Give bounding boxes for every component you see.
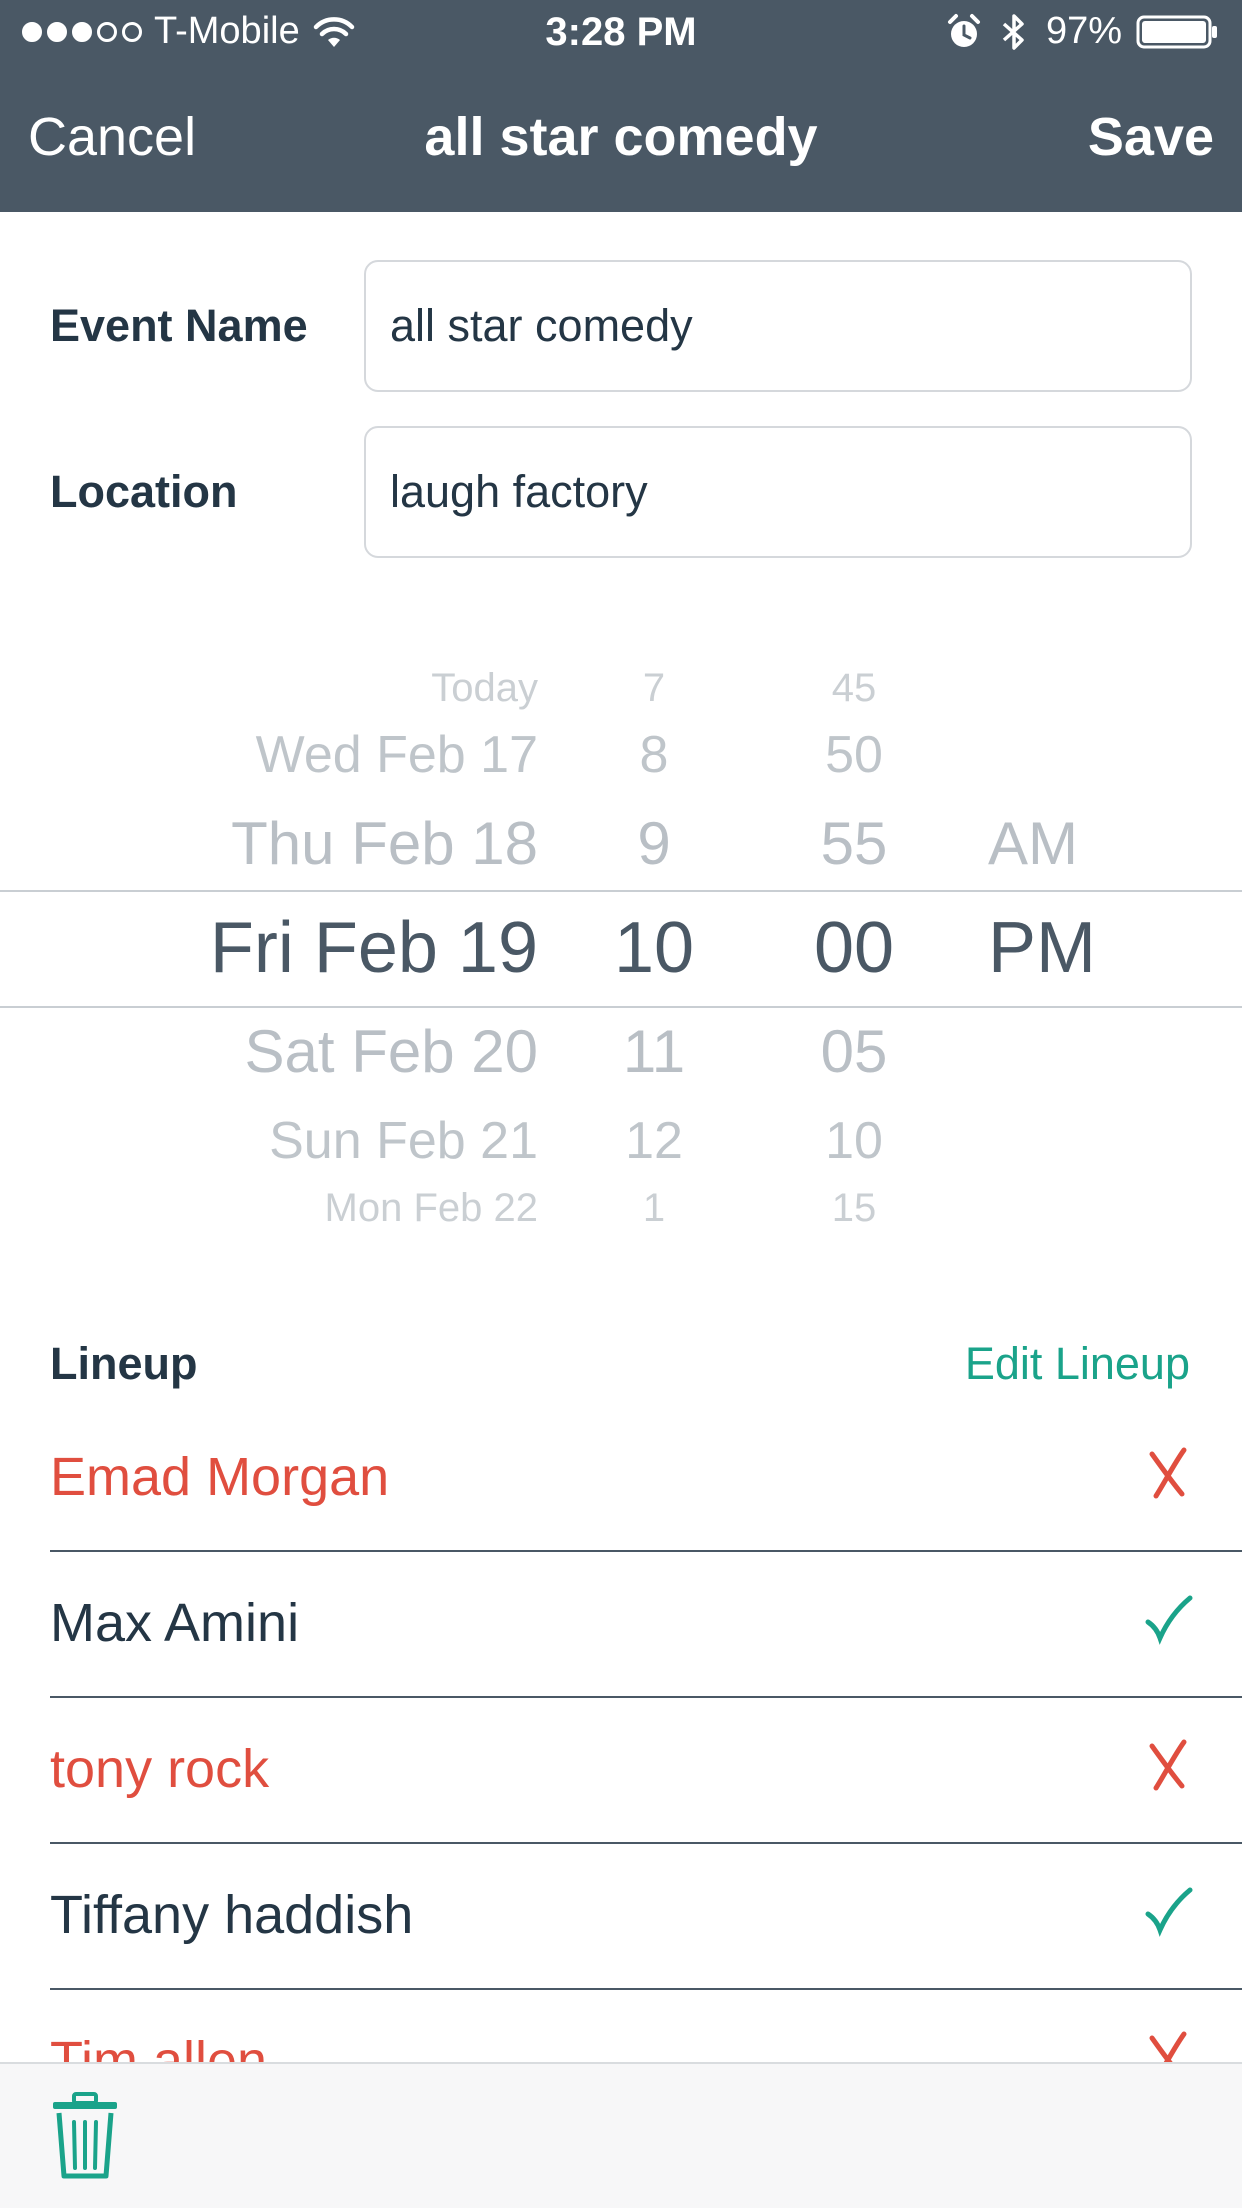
declined-x-icon[interactable] xyxy=(1140,1734,1196,1794)
location-label: Location xyxy=(50,466,238,517)
location-row: Location xyxy=(0,426,1242,558)
picker-row-selected[interactable]: Fri Feb 19 10 00 PM xyxy=(0,905,1242,991)
comedian-name: Tiffany haddish xyxy=(50,1885,414,1945)
picker-hour: 9 xyxy=(637,810,671,877)
status-right: 97% xyxy=(946,10,1220,53)
picker-row[interactable]: Wed Feb 17 8 50 xyxy=(0,724,1242,786)
picker-date: Wed Feb 17 xyxy=(255,725,538,784)
lineup-item[interactable]: Tiffany haddish xyxy=(0,1844,1242,1990)
location-field[interactable] xyxy=(364,426,1192,558)
picker-minute: 05 xyxy=(820,1018,888,1085)
comedian-name: Emad Morgan xyxy=(50,1447,390,1507)
picker-selection-bottom-line xyxy=(0,1006,1242,1008)
event-name-row: Event Name xyxy=(0,260,1242,392)
trash-icon[interactable] xyxy=(50,2092,120,2180)
picker-row[interactable]: Sun Feb 21 12 10 xyxy=(0,1110,1242,1172)
picker-minute: 55 xyxy=(820,810,888,877)
comedian-name: Tim allen xyxy=(50,2031,268,2062)
bottom-toolbar xyxy=(0,2062,1242,2208)
picker-row[interactable]: Today 7 45 xyxy=(0,664,1242,712)
picker-hour: 1 xyxy=(642,1186,666,1230)
picker-hour: 11 xyxy=(622,1018,686,1085)
picker-selection-top-line xyxy=(0,890,1242,892)
picker-minute: 45 xyxy=(831,666,877,710)
comedian-name: Max Amini xyxy=(50,1593,300,1653)
navigation-bar: Cancel all star comedy Save xyxy=(0,66,1242,212)
declined-x-icon[interactable] xyxy=(1140,2026,1196,2062)
picker-minute: 50 xyxy=(825,725,883,784)
header-bar: T-Mobile 3:28 PM 97% Cancel all star com… xyxy=(0,0,1242,212)
alarm-icon xyxy=(947,13,980,47)
picker-hour: 12 xyxy=(625,1111,683,1170)
lineup-list: Emad Morgan Max Amini tony rock Tiffany had… xyxy=(0,1406,1242,2062)
picker-row[interactable]: Thu Feb 18 9 55 AM xyxy=(0,808,1242,880)
status-bar: T-Mobile 3:28 PM 97% xyxy=(0,0,1242,66)
declined-x-icon[interactable] xyxy=(1140,1442,1196,1502)
picker-minute: 15 xyxy=(831,1186,877,1230)
event-name-label: Event Name xyxy=(50,300,308,351)
save-button[interactable]: Save xyxy=(1088,106,1214,168)
picker-date: Mon Feb 22 xyxy=(324,1186,538,1230)
lineup-item[interactable]: tony rock xyxy=(0,1698,1242,1844)
picker-date: Today xyxy=(431,666,538,710)
lineup-item[interactable]: Emad Morgan xyxy=(0,1406,1242,1552)
confirmed-check-icon[interactable] xyxy=(1140,1588,1196,1648)
picker-hour: 8 xyxy=(639,725,669,784)
picker-date: Sun Feb 21 xyxy=(269,1111,538,1170)
picker-ampm: AM xyxy=(988,810,1078,877)
battery-percent: 97% xyxy=(1045,10,1122,52)
confirmed-check-icon[interactable] xyxy=(1140,1880,1196,1940)
comedian-name: tony rock xyxy=(50,1739,270,1799)
edit-lineup-button[interactable]: Edit Lineup xyxy=(965,1338,1190,1390)
picker-hour: 10 xyxy=(613,907,695,988)
picker-row[interactable]: Sat Feb 20 11 05 xyxy=(0,1016,1242,1088)
picker-date: Sat Feb 20 xyxy=(244,1018,538,1085)
bluetooth-icon xyxy=(1002,13,1024,50)
cancel-button[interactable]: Cancel xyxy=(28,106,196,168)
event-name-field[interactable] xyxy=(364,260,1192,392)
picker-minute: 00 xyxy=(813,907,895,988)
picker-date: Thu Feb 18 xyxy=(231,810,538,877)
lineup-item[interactable]: Tim allen xyxy=(0,1990,1242,2062)
picker-row[interactable]: Mon Feb 22 1 15 xyxy=(0,1184,1242,1232)
picker-hour: 7 xyxy=(642,666,666,710)
picker-date: Fri Feb 19 xyxy=(209,907,538,988)
lineup-item[interactable]: Max Amini xyxy=(0,1552,1242,1698)
picker-minute: 10 xyxy=(825,1111,883,1170)
date-time-picker[interactable]: Today 7 45 Wed Feb 17 8 50 Thu Feb 18 9 55 AM Fri … xyxy=(0,654,1242,1242)
battery-icon xyxy=(1136,15,1217,48)
lineup-title: Lineup xyxy=(50,1338,198,1389)
picker-ampm: PM xyxy=(988,907,1096,988)
